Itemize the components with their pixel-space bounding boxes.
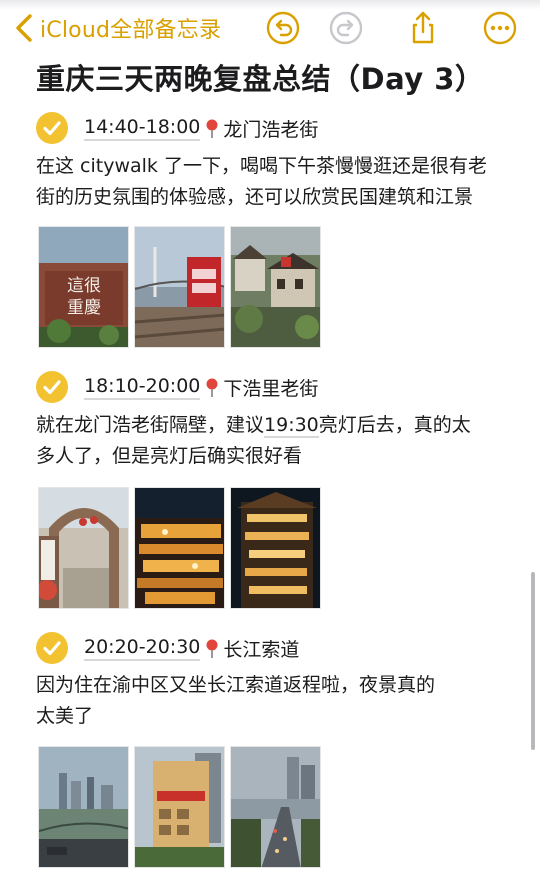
text-line: 多人了，但是亮灯后确实很好看 — [36, 445, 303, 467]
place-name: 长江索道 — [223, 639, 300, 661]
checkmark-icon — [43, 641, 61, 656]
old-street-photo[interactable] — [230, 226, 321, 348]
checkbox-checked[interactable] — [36, 632, 68, 664]
text-line: 就在龙门浩老街隔壁，建议19:30亮灯后去，真的太 — [36, 410, 506, 441]
photo-row — [38, 746, 321, 868]
time-range[interactable]: 20:20-20:30 — [84, 636, 201, 661]
more-icon[interactable] — [482, 10, 518, 46]
text-line: 街的历史氛围的体验感，还可以欣赏民国建筑和江景 — [36, 186, 474, 208]
back-label: iCloud全部备忘录 — [40, 18, 222, 43]
bridge-view-photo[interactable] — [134, 226, 225, 348]
text-line: 因为住在渝中区又坐长江索道返程啦，夜景真的 — [36, 674, 436, 696]
undo-icon[interactable] — [265, 10, 301, 46]
text-line: 太美了 — [36, 705, 94, 727]
svg-text:重慶: 重慶 — [67, 298, 101, 318]
location-pin-icon — [206, 639, 218, 658]
checklist-item-3[interactable]: 20:20-20:30 长江索道 — [84, 635, 299, 662]
note-paragraph: 因为住在渝中区又坐长江索道返程啦，夜景真的 太美了 — [36, 670, 506, 732]
river-skyline-photo[interactable] — [38, 746, 129, 868]
checkmark-icon — [43, 121, 61, 136]
svg-text:這很: 這很 — [67, 276, 101, 296]
share-icon[interactable] — [405, 10, 441, 46]
photo-row — [38, 487, 321, 609]
sign-wall-photo[interactable]: 這很 重慶 — [38, 226, 129, 348]
location-pin-icon — [206, 119, 218, 138]
time-range[interactable]: 18:10-20:00 — [84, 375, 201, 400]
redo-icon[interactable] — [328, 10, 364, 46]
night-lights-photo[interactable] — [134, 487, 225, 609]
archway-photo[interactable] — [38, 487, 129, 609]
navigation-bar: iCloud全部备忘录 — [0, 0, 540, 56]
cable-station-photo[interactable] — [134, 746, 225, 868]
night-buildings-photo[interactable] — [230, 487, 321, 609]
note-paragraph: 就在龙门浩老街隔壁，建议19:30亮灯后去，真的太 多人了，但是亮灯后确实很好看 — [36, 410, 506, 472]
photo-row: 這很 重慶 — [38, 226, 321, 348]
back-button[interactable]: iCloud全部备忘录 — [10, 10, 221, 46]
place-name: 龙门浩老街 — [223, 119, 319, 141]
street-dusk-photo[interactable] — [230, 746, 321, 868]
note-title[interactable]: 重庆三天两晚复盘总结（Day 3） — [36, 56, 484, 98]
place-name: 下浩里老街 — [223, 378, 319, 400]
checkbox-checked[interactable] — [36, 112, 68, 144]
scrollbar[interactable] — [531, 572, 535, 750]
location-pin-icon — [206, 378, 218, 397]
chevron-left-icon — [16, 14, 32, 42]
checkmark-icon — [43, 380, 61, 395]
time-link[interactable]: 19:30 — [264, 414, 319, 438]
note-paragraph: 在这 citywalk 了一下，喝喝下午茶慢慢逛还是很有老 街的历史氛围的体验感… — [36, 151, 506, 213]
checkbox-checked[interactable] — [36, 371, 68, 403]
text-line: 在这 citywalk 了一下，喝喝下午茶慢慢逛还是很有老 — [36, 155, 487, 177]
time-range[interactable]: 14:40-18:00 — [84, 116, 201, 141]
text-fragment: 就在龙门浩老街隔壁，建议 — [36, 414, 265, 436]
scroll-fade — [0, 0, 540, 10]
checklist-item-1[interactable]: 14:40-18:00 龙门浩老街 — [84, 115, 318, 142]
checklist-item-2[interactable]: 18:10-20:00 下浩里老街 — [84, 374, 318, 401]
text-fragment: 亮灯后去，真的太 — [318, 414, 471, 436]
